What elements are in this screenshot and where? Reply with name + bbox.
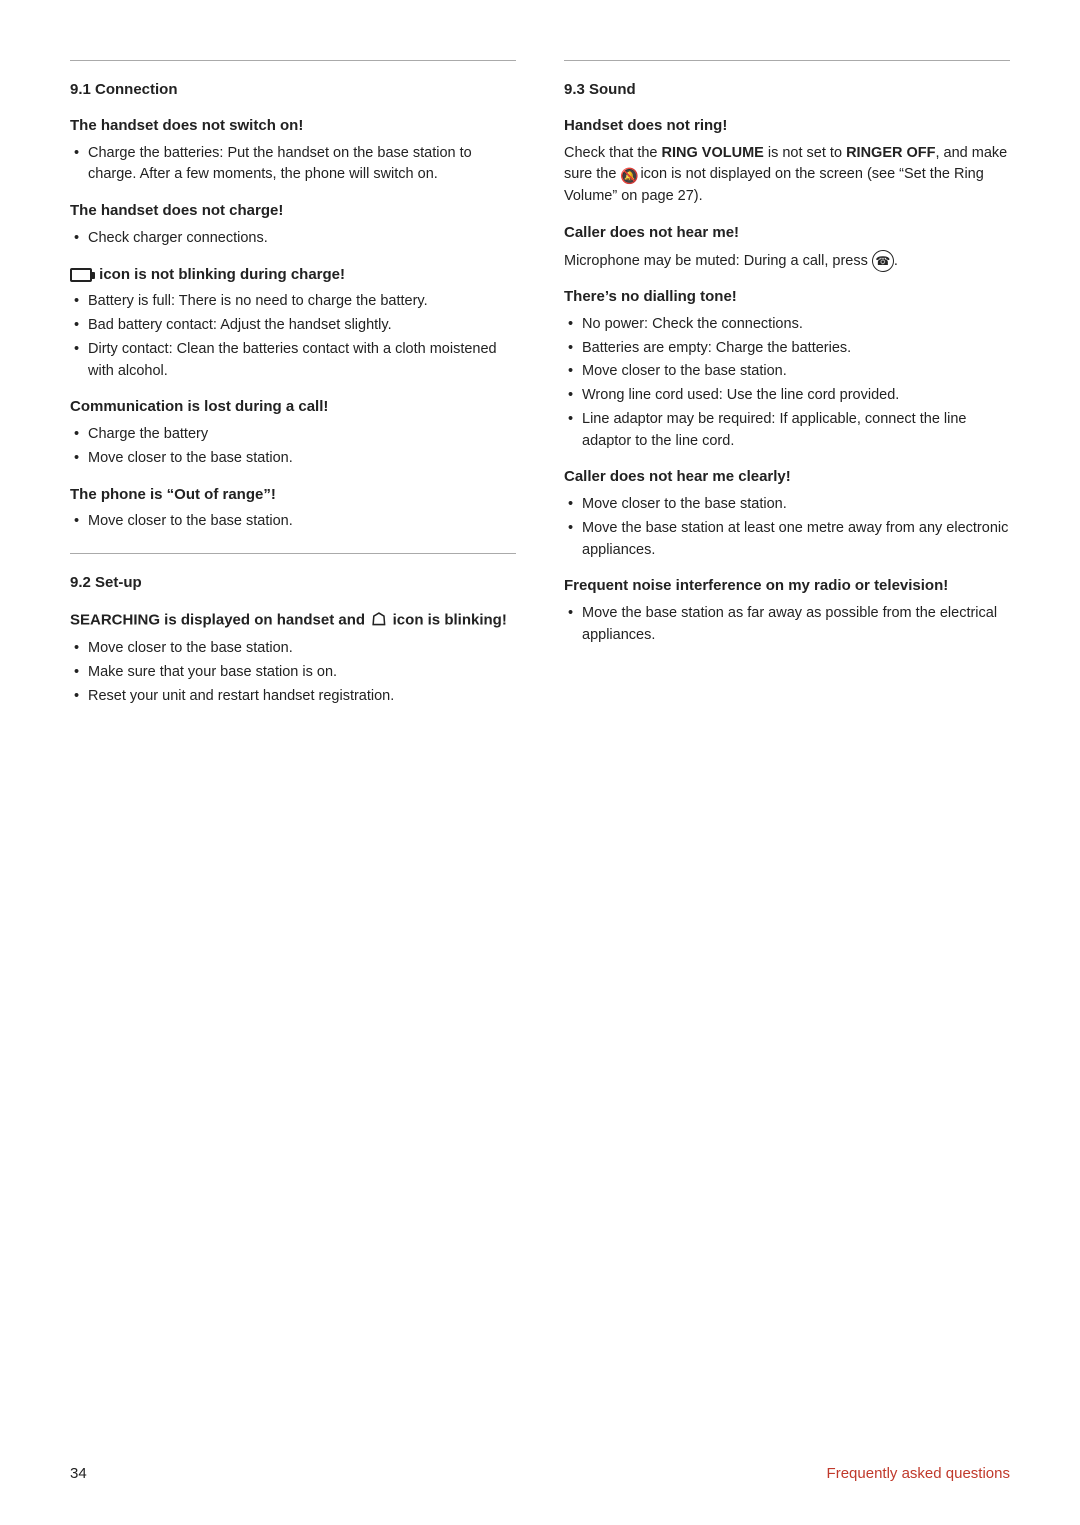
heading-no-switch-on: The handset does not switch on! [70,115,516,137]
list-noise-interference: Move the base station as far away as pos… [564,603,1010,647]
mic-button: ☎ [872,250,894,272]
heading-caller-not-hear-clearly: Caller does not hear me clearly! [564,466,1010,488]
ringer-off-bold: RINGER OFF [846,145,935,161]
body-no-ring: Check that the RING VOLUME is not set to… [564,143,1010,208]
main-columns: 9.1 Connection The handset does not swit… [70,60,1010,722]
list-item: No power: Check the connections. [564,314,1010,336]
signal-icon: ☖ [371,608,386,633]
right-column: 9.3 Sound Handset does not ring! Check t… [564,60,1010,722]
battery-icon [70,268,92,282]
body-caller-not-hear: Microphone may be muted: During a call, … [564,250,1010,273]
searching-bold: SEARCHING is displayed on handset and [70,611,369,628]
list-comm-lost: Charge the battery Move closer to the ba… [70,424,516,470]
left-divider-top [70,60,516,61]
left-column: 9.1 Connection The handset does not swit… [70,60,516,722]
list-item: Move closer to the base station. [564,361,1010,383]
list-item: Bad battery contact: Adjust the handset … [70,315,516,337]
heading-comm-lost: Communication is lost during a call! [70,396,516,418]
list-item: Check charger connections. [70,228,516,250]
section-92-title: 9.2 Set-up [70,572,516,594]
list-no-dialling-tone: No power: Check the connections. Batteri… [564,314,1010,453]
heading-out-of-range: The phone is “Out of range”! [70,484,516,506]
list-no-switch-on: Charge the batteries: Put the handset on… [70,143,516,187]
section-divider [70,553,516,554]
list-item: Move the base station as far away as pos… [564,603,1010,647]
heading-noise-interference: Frequent noise interference on my radio … [564,575,1010,597]
page-number: 34 [70,1463,87,1485]
section-93-title: 9.3 Sound [564,79,1010,101]
list-item: Move closer to the base station. [564,494,1010,516]
heading-battery-icon: icon is not blinking during charge! [70,264,516,286]
list-item: Batteries are empty: Charge the batterie… [564,338,1010,360]
heading-no-dialling-tone: There’s no dialling tone! [564,286,1010,308]
list-item: Line adaptor may be required: If applica… [564,409,1010,453]
faq-label: Frequently asked questions [827,1463,1010,1485]
footer: 34 Frequently asked questions [70,1463,1010,1485]
heading-caller-not-hear: Caller does not hear me! [564,222,1010,244]
list-battery-icon: Battery is full: There is no need to cha… [70,291,516,382]
page: 9.1 Connection The handset does not swit… [0,0,1080,1525]
list-no-charge: Check charger connections. [70,228,516,250]
list-item: Charge the batteries: Put the handset on… [70,143,516,187]
list-item: Make sure that your base station is on. [70,662,516,684]
list-item: Charge the battery [70,424,516,446]
right-divider-top [564,60,1010,61]
list-item: Move the base station at least one metre… [564,518,1010,562]
heading-no-charge: The handset does not charge! [70,200,516,222]
mute-bell-icon: 🔕 [620,166,636,182]
list-searching: Move closer to the base station. Make su… [70,638,516,707]
list-caller-not-hear-clearly: Move closer to the base station. Move th… [564,494,1010,561]
list-out-of-range: Move closer to the base station. [70,511,516,533]
heading-no-ring: Handset does not ring! [564,115,1010,137]
list-item: Move closer to the base station. [70,448,516,470]
searching-suffix: icon is blinking! [393,611,507,628]
heading-searching: SEARCHING is displayed on handset and ☖ … [70,608,516,633]
list-item: Reset your unit and restart handset regi… [70,686,516,708]
list-item: Dirty contact: Clean the batteries conta… [70,339,516,383]
section-91-title: 9.1 Connection [70,79,516,101]
list-item: Move closer to the base station. [70,638,516,660]
list-item: Battery is full: There is no need to cha… [70,291,516,313]
list-item: Wrong line cord used: Use the line cord … [564,385,1010,407]
ring-volume-bold: RING VOLUME [662,145,764,161]
list-item: Move closer to the base station. [70,511,516,533]
